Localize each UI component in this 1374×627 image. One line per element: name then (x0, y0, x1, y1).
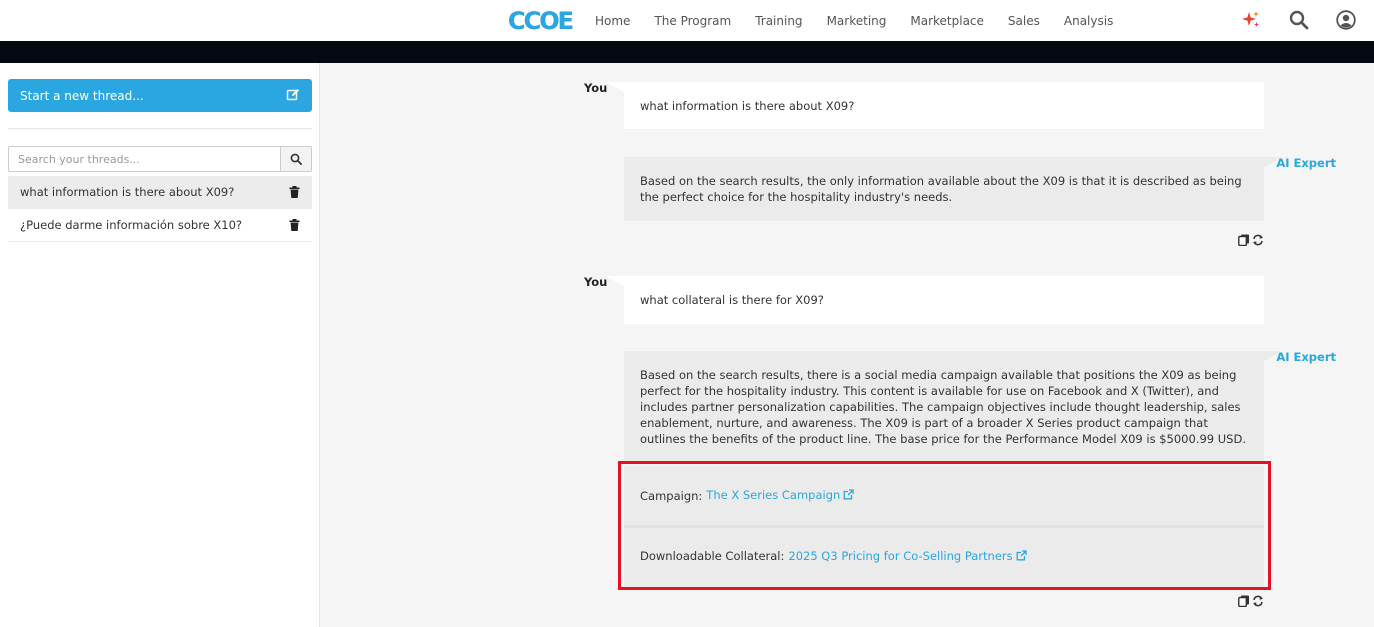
external-link-icon (1016, 549, 1027, 564)
new-thread-label: Start a new thread... (20, 88, 144, 103)
nav-marketplace[interactable]: Marketplace (910, 14, 984, 28)
sidebar-separator (8, 128, 312, 129)
copy-icon[interactable] (1238, 595, 1250, 610)
user-label: You (584, 81, 608, 95)
thread-title: ¿Puede darme información sobre X10? (20, 218, 243, 232)
ai-message: Based on the search results, there is a … (624, 351, 1282, 462)
edit-icon (286, 88, 300, 105)
campaign-link-label: The X Series Campaign (706, 488, 841, 502)
trash-icon[interactable] (289, 186, 300, 201)
external-link-icon (843, 489, 854, 503)
user-message-text: what information is there about X09? (640, 98, 855, 113)
ai-sources-panel: Campaign: The X Series Campaign Download… (624, 466, 1264, 587)
search-icon[interactable] (1289, 10, 1309, 30)
logo-text: CCOE (508, 7, 574, 35)
thread-item[interactable]: ¿Puede darme información sobre X10? (8, 209, 312, 242)
threads-sidebar: Start a new thread... what information i… (0, 63, 320, 627)
ccoe-logo[interactable]: CCOE (508, 5, 574, 37)
nav-marketing[interactable]: Marketing (827, 14, 887, 28)
source-row-campaign: Campaign: The X Series Campaign (624, 466, 1264, 525)
campaign-link[interactable]: The X Series Campaign (706, 488, 854, 503)
thread-search-button[interactable] (280, 147, 311, 171)
message-actions (1238, 234, 1264, 249)
new-thread-button[interactable]: Start a new thread... (8, 79, 312, 112)
ai-message-text: Based on the search results, the only in… (640, 174, 1242, 204)
search-icon (290, 153, 302, 165)
ai-expert-label: AI Expert (1276, 156, 1336, 170)
user-message: what collateral is there for X09? (606, 276, 1264, 324)
nav-sales[interactable]: Sales (1008, 14, 1040, 28)
nav-home[interactable]: Home (595, 14, 630, 28)
nav-the-program[interactable]: The Program (654, 14, 731, 28)
ai-message-text: Based on the search results, there is a … (640, 368, 1246, 446)
source-prefix: Downloadable Collateral: (640, 549, 785, 563)
copy-icon[interactable] (1238, 234, 1250, 249)
thread-search-input[interactable] (9, 147, 280, 171)
ai-message: Based on the search results, the only in… (624, 157, 1282, 221)
main-nav: Home The Program Training Marketing Mark… (583, 0, 1125, 41)
thread-title: what information is there about X09? (20, 185, 235, 199)
trash-icon[interactable] (289, 219, 300, 234)
source-row-collateral: Downloadable Collateral: 2025 Q3 Pricing… (624, 525, 1264, 584)
regenerate-icon[interactable] (1252, 595, 1264, 610)
user-message-text: what collateral is there for X09? (640, 293, 824, 307)
header-divider-bar (0, 41, 1374, 63)
ai-expert-label: AI Expert (1276, 350, 1336, 364)
message-actions (1238, 595, 1264, 610)
thread-search (8, 146, 312, 172)
user-message: what information is there about X09? (606, 82, 1264, 129)
nav-analysis[interactable]: Analysis (1064, 14, 1113, 28)
nav-training[interactable]: Training (755, 14, 802, 28)
regenerate-icon[interactable] (1252, 234, 1264, 249)
sparkle-icon[interactable] (1241, 10, 1261, 30)
user-account-icon[interactable] (1336, 10, 1356, 30)
collateral-link-label: 2025 Q3 Pricing for Co-Selling Partners (788, 548, 1013, 563)
top-navigation-bar: CCOE Home The Program Training Marketing… (0, 0, 1374, 41)
thread-item[interactable]: what information is there about X09? (8, 176, 312, 209)
collateral-link[interactable]: 2025 Q3 Pricing for Co-Selling Partners (788, 548, 1027, 564)
user-label: You (584, 275, 608, 289)
source-prefix: Campaign: (640, 488, 703, 503)
